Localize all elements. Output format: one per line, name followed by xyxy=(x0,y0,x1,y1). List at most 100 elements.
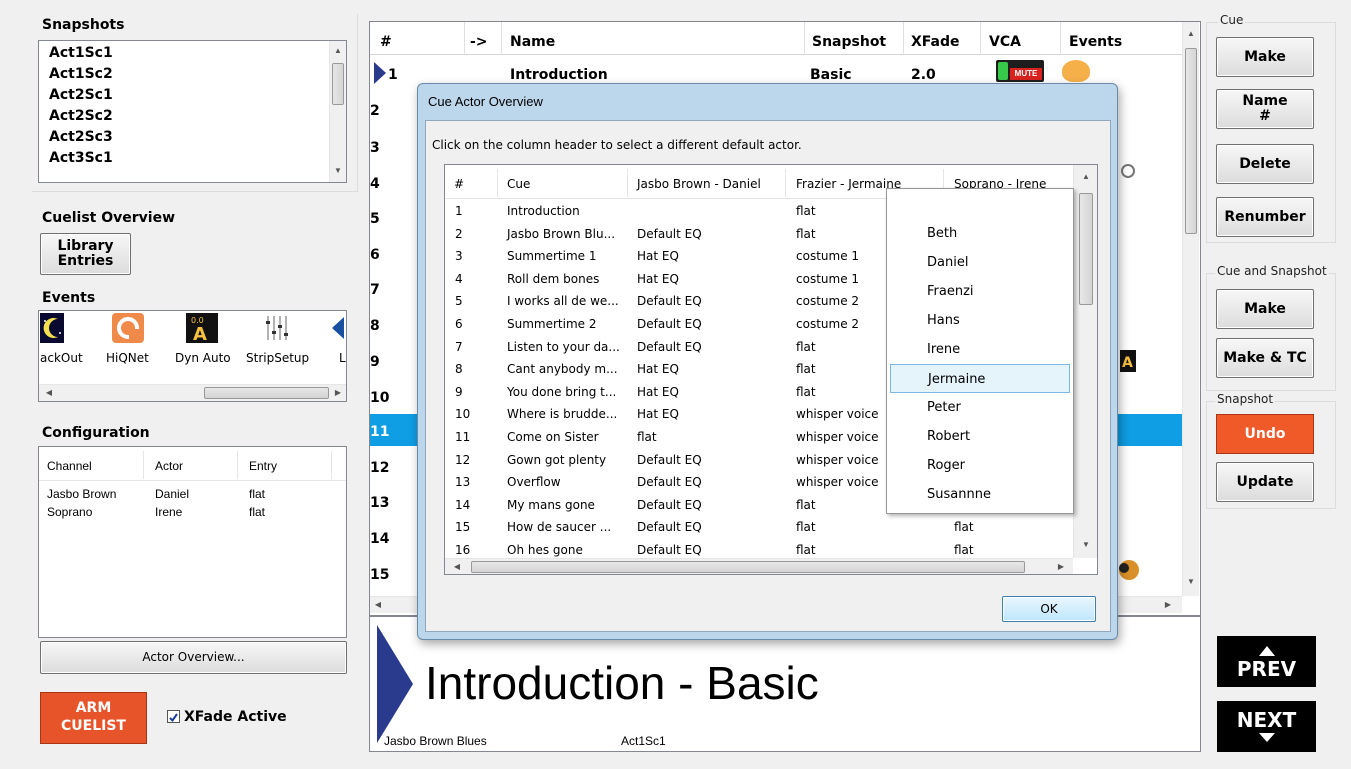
cue-grid-scrollbar[interactable]: ▲ ▼ xyxy=(1182,22,1199,596)
actor-menu-item[interactable]: Irene xyxy=(887,335,1073,364)
scroll-left-icon[interactable]: ◀ xyxy=(370,597,386,613)
scroll-down-icon[interactable]: ▼ xyxy=(1078,537,1094,553)
cue-row-number[interactable]: 8 xyxy=(370,318,402,334)
prev-button[interactable]: PREV xyxy=(1217,636,1316,687)
snapshot-item[interactable]: Act2Sc3 xyxy=(39,127,346,148)
actor-menu-item[interactable]: Susannne xyxy=(887,480,1073,509)
grid-header-snapshot[interactable]: Snapshot xyxy=(812,34,886,50)
scroll-left-icon[interactable]: ◀ xyxy=(41,385,57,401)
cue-delete-button[interactable]: Delete xyxy=(1216,144,1314,184)
cue-row-number[interactable]: 1 xyxy=(388,67,420,83)
dialog-table-scrollbar[interactable]: ▲ ▼ xyxy=(1073,165,1097,558)
config-cell[interactable]: Irene xyxy=(155,505,182,519)
cue-row-number[interactable]: 15 xyxy=(370,567,402,583)
snapshots-scrollbar[interactable]: ▲ ▼ xyxy=(329,41,346,182)
grid-header-name[interactable]: Name xyxy=(510,34,555,50)
cue-row-number[interactable]: 4 xyxy=(370,176,402,192)
cue-name-number-button[interactable]: Name # xyxy=(1216,89,1314,129)
config-cell[interactable]: Daniel xyxy=(155,487,189,501)
scroll-right-icon[interactable]: ▶ xyxy=(1053,559,1069,574)
actor-menu-item[interactable]: Fraenzi xyxy=(887,277,1073,306)
cue-row-number[interactable]: 7 xyxy=(370,282,402,298)
scroll-right-icon[interactable]: ▶ xyxy=(1160,597,1176,613)
config-header-channel[interactable]: Channel xyxy=(47,459,92,473)
first-row-snapshot[interactable]: Basic xyxy=(810,67,852,83)
scroll-right-icon[interactable]: ▶ xyxy=(330,385,346,401)
cue-row-number[interactable]: 5 xyxy=(370,211,402,227)
scrollbar-thumb[interactable] xyxy=(471,561,1025,573)
first-row-name[interactable]: Introduction xyxy=(510,67,608,83)
actor-menu-item[interactable]: Roger xyxy=(887,451,1073,480)
config-cell[interactable]: flat xyxy=(249,505,265,519)
snapshot-item[interactable]: Act1Sc2 xyxy=(39,64,346,85)
dialog-header-jasbo-brown[interactable]: Jasbo Brown - Daniel xyxy=(637,177,761,191)
arm-cuelist-button[interactable]: ARM CUELIST xyxy=(40,692,147,744)
dialog-table-hscrollbar[interactable]: ◀ ▶ xyxy=(445,558,1073,574)
actor-menu-item[interactable]: Beth xyxy=(887,219,1073,248)
config-header-actor[interactable]: Actor xyxy=(155,459,183,473)
actor-menu-item[interactable]: Jermaine xyxy=(890,364,1070,393)
grid-header-events[interactable]: Events xyxy=(1069,34,1122,50)
cue-row-number[interactable]: 6 xyxy=(370,247,402,263)
cue-row-number[interactable]: 13 xyxy=(370,495,402,511)
cue-snapshot-make-button[interactable]: Make xyxy=(1216,289,1314,329)
cue-row-number[interactable]: 9 xyxy=(370,354,402,370)
cue-row-number[interactable]: 12 xyxy=(370,460,402,476)
scroll-up-icon[interactable]: ▲ xyxy=(1078,169,1094,185)
snapshots-list[interactable]: Act1Sc1 Act1Sc2 Act2Sc1 Act2Sc2 Act2Sc3 Act3S… xyxy=(38,40,347,183)
grid-header-num[interactable]: # xyxy=(380,34,392,50)
snapshot-item[interactable]: Act1Sc1 xyxy=(39,43,346,64)
dialog-ok-button[interactable]: OK xyxy=(1002,596,1096,622)
cue-row-number[interactable]: 10 xyxy=(370,390,402,406)
xfade-label[interactable]: XFade Active xyxy=(184,709,287,725)
scroll-up-icon[interactable]: ▲ xyxy=(1183,26,1199,42)
play-icon[interactable] xyxy=(330,313,344,343)
actor-overview-button[interactable]: Actor Overview... xyxy=(40,641,347,674)
dialog-table-row[interactable]: 15 How de saucer ... Default EQ flat flat xyxy=(445,518,1073,537)
cue-renumber-button[interactable]: Renumber xyxy=(1216,197,1314,237)
update-button[interactable]: Update xyxy=(1216,462,1314,502)
hiqnet-icon[interactable] xyxy=(112,313,144,343)
scrollbar-thumb[interactable] xyxy=(204,387,329,399)
cue-row-number[interactable]: 14 xyxy=(370,531,402,547)
dyn-auto-icon[interactable]: 0.0 A xyxy=(186,313,218,345)
actor-menu-item[interactable]: Daniel xyxy=(887,248,1073,277)
scroll-up-icon[interactable]: ▲ xyxy=(330,43,346,59)
dialog-header-num[interactable]: # xyxy=(454,177,464,191)
first-row-xfade[interactable]: 2.0 xyxy=(911,67,936,83)
snapshot-item[interactable]: Act2Sc1 xyxy=(39,85,346,106)
moon-icon[interactable] xyxy=(40,313,64,343)
config-cell[interactable]: Soprano xyxy=(47,505,92,519)
next-button[interactable]: NEXT xyxy=(1217,701,1316,752)
strip-setup-icon[interactable] xyxy=(262,313,294,343)
grid-header-vca[interactable]: VCA xyxy=(989,34,1021,50)
cue-row-number[interactable]: 11 xyxy=(370,424,402,440)
actor-dropdown-menu[interactable]: Beth Daniel Fraenzi Hans Irene Jermaine Peter R… xyxy=(886,188,1074,514)
config-cell[interactable]: Jasbo Brown xyxy=(47,487,116,501)
cue-make-button[interactable]: Make xyxy=(1216,37,1314,77)
configuration-list[interactable]: Channel Actor Entry Jasbo Brown Daniel f… xyxy=(38,446,347,638)
cue-row-number[interactable]: 2 xyxy=(370,103,402,119)
actor-menu-item[interactable]: Peter xyxy=(887,393,1073,422)
undo-button[interactable]: Undo xyxy=(1216,414,1314,454)
scroll-down-icon[interactable]: ▼ xyxy=(330,163,346,179)
events-hscrollbar[interactable]: ◀ ▶ xyxy=(39,384,346,401)
grid-header-xfade[interactable]: XFade xyxy=(911,34,960,50)
actor-menu-item[interactable]: Hans xyxy=(887,306,1073,335)
config-header-entry[interactable]: Entry xyxy=(249,459,277,473)
snapshot-item[interactable]: Act3Sc1 xyxy=(39,148,346,169)
config-cell[interactable]: flat xyxy=(249,487,265,501)
dialog-header-cue[interactable]: Cue xyxy=(507,177,530,191)
xfade-checkbox[interactable] xyxy=(167,710,180,723)
grid-header-arrow[interactable]: -> xyxy=(470,34,488,50)
snapshot-item[interactable]: Act2Sc2 xyxy=(39,106,346,127)
actor-menu-item[interactable]: Robert xyxy=(887,422,1073,451)
library-entries-button[interactable]: Library Entries xyxy=(40,233,131,275)
scrollbar-thumb[interactable] xyxy=(1079,193,1093,305)
cue-row-number[interactable]: 3 xyxy=(370,140,402,156)
scroll-down-icon[interactable]: ▼ xyxy=(1183,574,1199,590)
scroll-left-icon[interactable]: ◀ xyxy=(449,559,465,574)
scrollbar-thumb[interactable] xyxy=(1185,48,1197,234)
scrollbar-thumb[interactable] xyxy=(332,63,344,105)
make-and-tc-button[interactable]: Make & TC xyxy=(1216,338,1314,378)
